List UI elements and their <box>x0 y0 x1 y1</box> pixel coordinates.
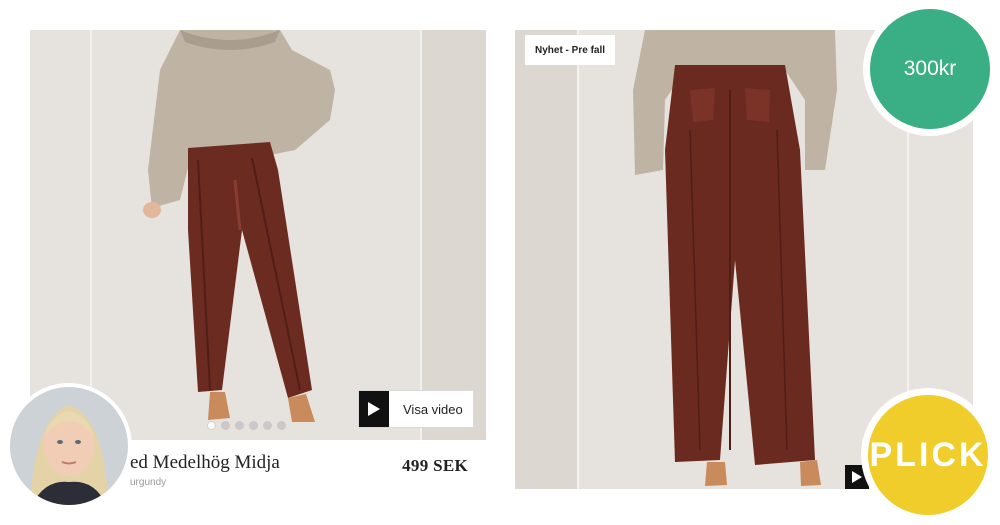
carousel-dot[interactable] <box>277 421 286 430</box>
product-name[interactable]: ed Medelhög Midja <box>130 452 280 474</box>
new-badge: Nyhet - Pre fall <box>525 35 616 65</box>
carousel-dot[interactable] <box>263 421 272 430</box>
visa-video-button[interactable]: Visa video <box>358 390 474 428</box>
carousel-dot[interactable] <box>235 421 244 430</box>
avatar-photo <box>10 387 128 505</box>
price-label: 300kr <box>870 9 990 129</box>
seller-avatar[interactable] <box>6 383 132 509</box>
carousel-dot[interactable] <box>221 421 230 430</box>
carousel-dots <box>207 421 286 430</box>
plick-label: PLICK <box>868 395 988 515</box>
visa-video-label: Visa video <box>403 401 463 417</box>
carousel-dot[interactable] <box>249 421 258 430</box>
plick-logo-button[interactable]: PLICK <box>861 388 995 522</box>
product-price: 499 SEK <box>402 456 468 475</box>
product-color: urgundy <box>130 477 167 488</box>
play-icon <box>359 391 389 427</box>
price-bubble[interactable]: 300kr <box>863 2 997 136</box>
carousel-dot[interactable] <box>207 421 216 430</box>
